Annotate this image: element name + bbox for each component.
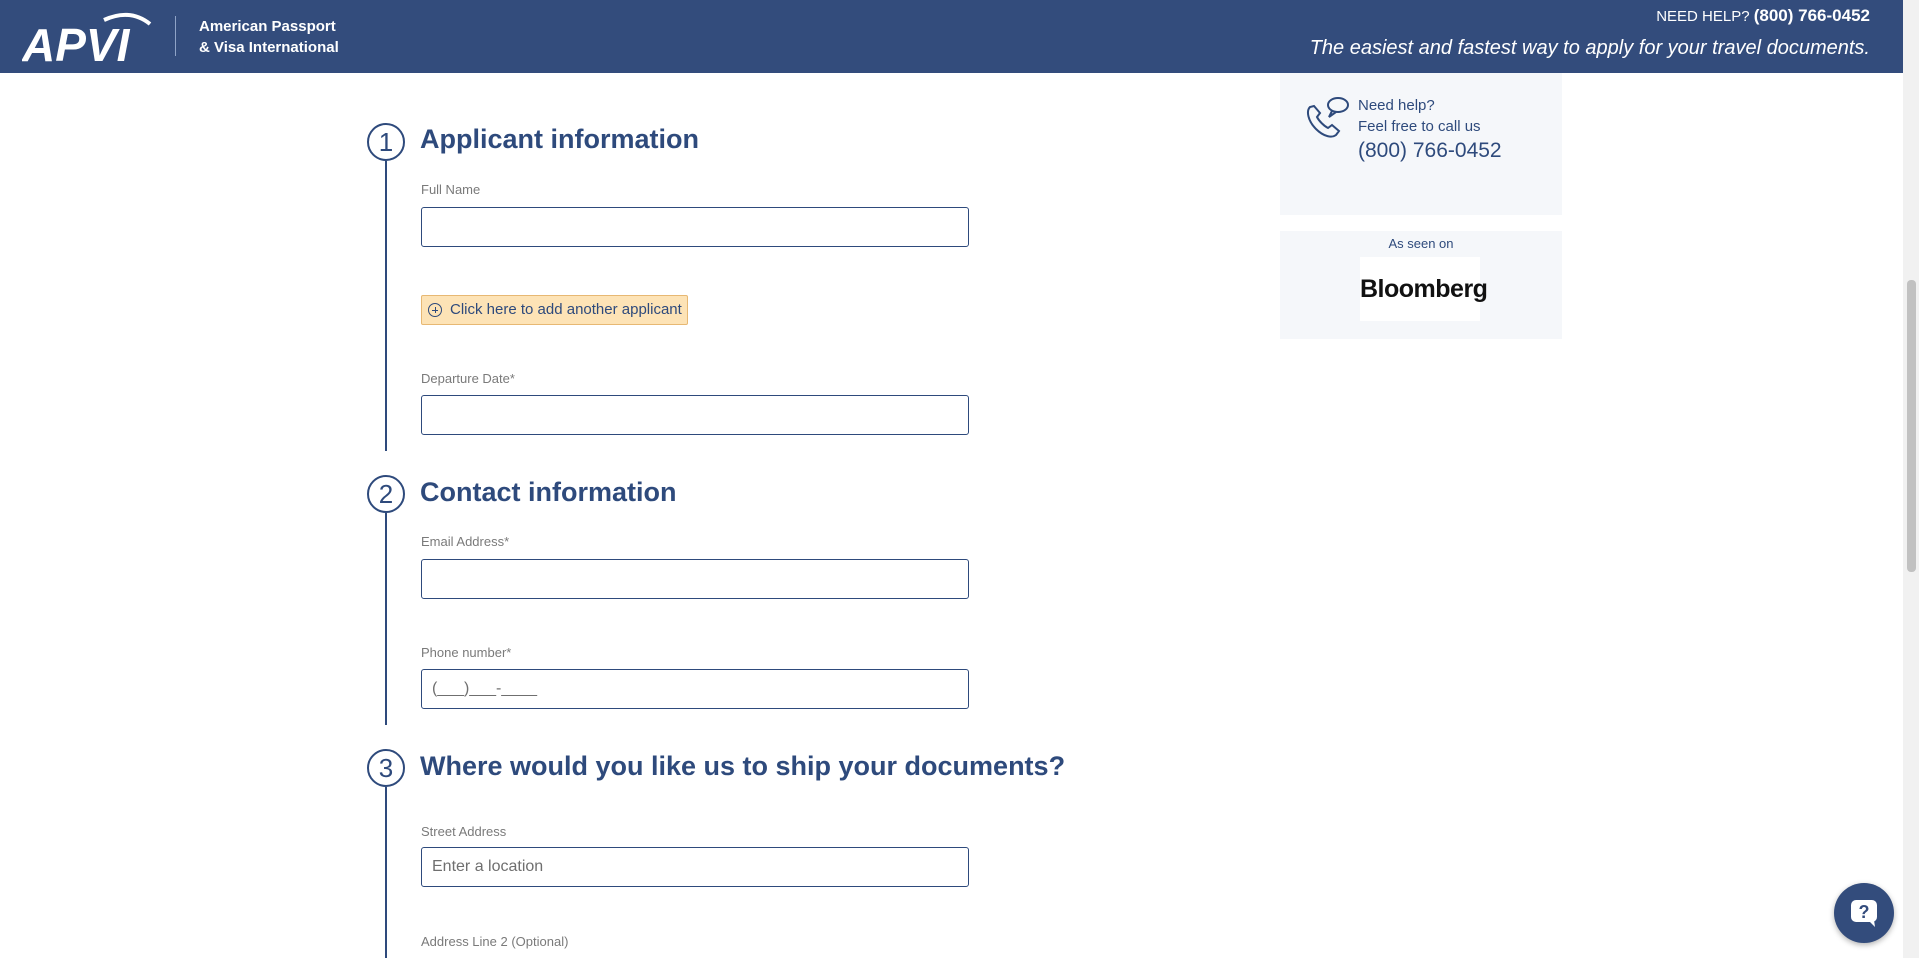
plus-circle-icon xyxy=(428,303,442,317)
header-help-label: NEED HELP? xyxy=(1656,8,1750,25)
departure-date-input[interactable] xyxy=(421,395,969,435)
step-2-line xyxy=(385,513,387,725)
help-chat-button[interactable]: ? xyxy=(1834,883,1894,943)
header-tagline: The easiest and fastest way to apply for… xyxy=(1309,37,1870,59)
as-seen-on-box: As seen on Bloomberg xyxy=(1280,231,1562,339)
phone-chat-icon xyxy=(1307,97,1349,138)
svg-text:?: ? xyxy=(1859,902,1870,922)
page-scrollbar[interactable] xyxy=(1903,0,1919,958)
company-name: American Passport & Visa International xyxy=(199,16,339,58)
full-name-input[interactable] xyxy=(421,207,969,247)
departure-date-label: Departure Date* xyxy=(421,371,515,386)
header-divider xyxy=(175,16,176,56)
step-3-number: 3 xyxy=(367,749,405,787)
section-title-contact: Contact information xyxy=(420,477,677,507)
bloomberg-logo: Bloomberg xyxy=(1360,257,1488,321)
scrollbar-thumb[interactable] xyxy=(1907,280,1916,572)
street-address-label: Street Address xyxy=(421,824,507,839)
site-header: APVI American Passport & Visa Internatio… xyxy=(0,0,1903,73)
sidebar-phone-link[interactable]: (800) 766-0452 xyxy=(1358,139,1502,163)
phone-input[interactable]: (___)___-____ xyxy=(421,669,969,709)
email-input[interactable] xyxy=(421,559,969,599)
as-seen-on-label: As seen on xyxy=(1388,236,1454,251)
step-1-line xyxy=(385,161,387,451)
full-name-label: Full Name xyxy=(421,182,481,197)
step-1-number: 1 xyxy=(367,123,405,161)
sidebar-help-text: Need help? Feel free to call us xyxy=(1358,95,1481,137)
company-name-line2: & Visa International xyxy=(199,39,339,56)
sidebar-help-line2: Feel free to call us xyxy=(1358,118,1481,135)
company-name-line1: American Passport xyxy=(199,18,336,35)
street-address-input[interactable]: Enter a location xyxy=(421,847,969,887)
email-label: Email Address* xyxy=(421,534,510,549)
apvi-logo[interactable]: APVI xyxy=(22,10,152,66)
section-title-applicant: Applicant information xyxy=(420,124,699,154)
help-chat-icon: ? xyxy=(1851,900,1877,927)
step-3-line xyxy=(385,787,387,958)
sidebar-help-line1: Need help? xyxy=(1358,97,1435,114)
phone-label: Phone number* xyxy=(421,645,512,660)
header-phone-link[interactable]: (800) 766-0452 xyxy=(1754,6,1870,25)
logo-text: APVI xyxy=(22,19,131,66)
section-title-shipping: Where would you like us to ship your doc… xyxy=(420,751,1066,781)
sidebar-help-box: Need help? Feel free to call us (800) 76… xyxy=(1280,73,1562,215)
step-2-number: 2 xyxy=(367,475,405,513)
add-applicant-label: Click here to add another applicant xyxy=(450,301,682,318)
header-help: NEED HELP? (800) 766-0452 xyxy=(1656,6,1870,26)
add-applicant-button[interactable]: Click here to add another applicant xyxy=(421,295,688,325)
address-line2-label: Address Line 2 (Optional) xyxy=(421,934,569,949)
